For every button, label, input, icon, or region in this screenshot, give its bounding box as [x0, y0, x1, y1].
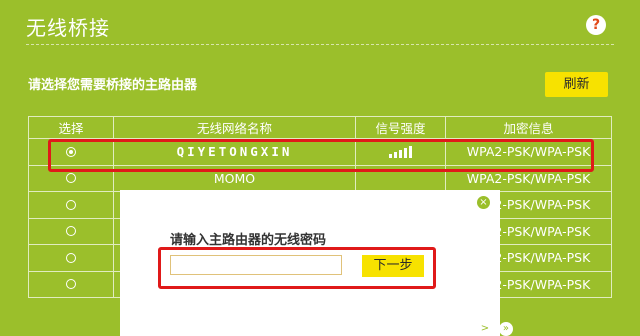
- col-header-ssid: 无线网络名称: [114, 117, 356, 138]
- select-cell: [28, 245, 114, 271]
- select-cell: [28, 218, 114, 244]
- select-radio[interactable]: [66, 173, 76, 184]
- page-4[interactable]: 4: [463, 322, 471, 336]
- col-header-select: 选择: [28, 117, 114, 138]
- password-label: 请输入主路由器的无线密码: [170, 233, 327, 248]
- select-radio[interactable]: [66, 199, 76, 210]
- page-title: 无线桥接: [26, 16, 110, 40]
- selected-row-highlight: [48, 139, 594, 172]
- select-radio[interactable]: [66, 279, 76, 290]
- select-cell: [28, 271, 114, 297]
- select-cell: [28, 192, 114, 218]
- next-page-icon[interactable]: >: [477, 322, 492, 336]
- col-header-signal: 信号强度: [356, 117, 446, 138]
- page-3[interactable]: 3: [449, 322, 457, 336]
- page-2[interactable]: 2: [434, 322, 442, 336]
- select-radio[interactable]: [66, 226, 76, 237]
- last-page-icon[interactable]: »: [498, 322, 513, 336]
- help-icon[interactable]: ?: [586, 15, 606, 35]
- pagination: 2 3 4 > »: [434, 322, 513, 336]
- refresh-button[interactable]: 刷新: [545, 72, 608, 97]
- col-header-encryption: 加密信息: [446, 117, 612, 138]
- instruction-text: 请选择您需要桥接的主路由器: [28, 78, 198, 93]
- table-header: 选择 无线网络名称 信号强度 加密信息: [28, 117, 612, 139]
- select-radio[interactable]: [66, 252, 76, 263]
- password-highlight: [158, 247, 436, 289]
- title-divider: [26, 44, 614, 45]
- close-icon[interactable]: ×: [477, 196, 490, 209]
